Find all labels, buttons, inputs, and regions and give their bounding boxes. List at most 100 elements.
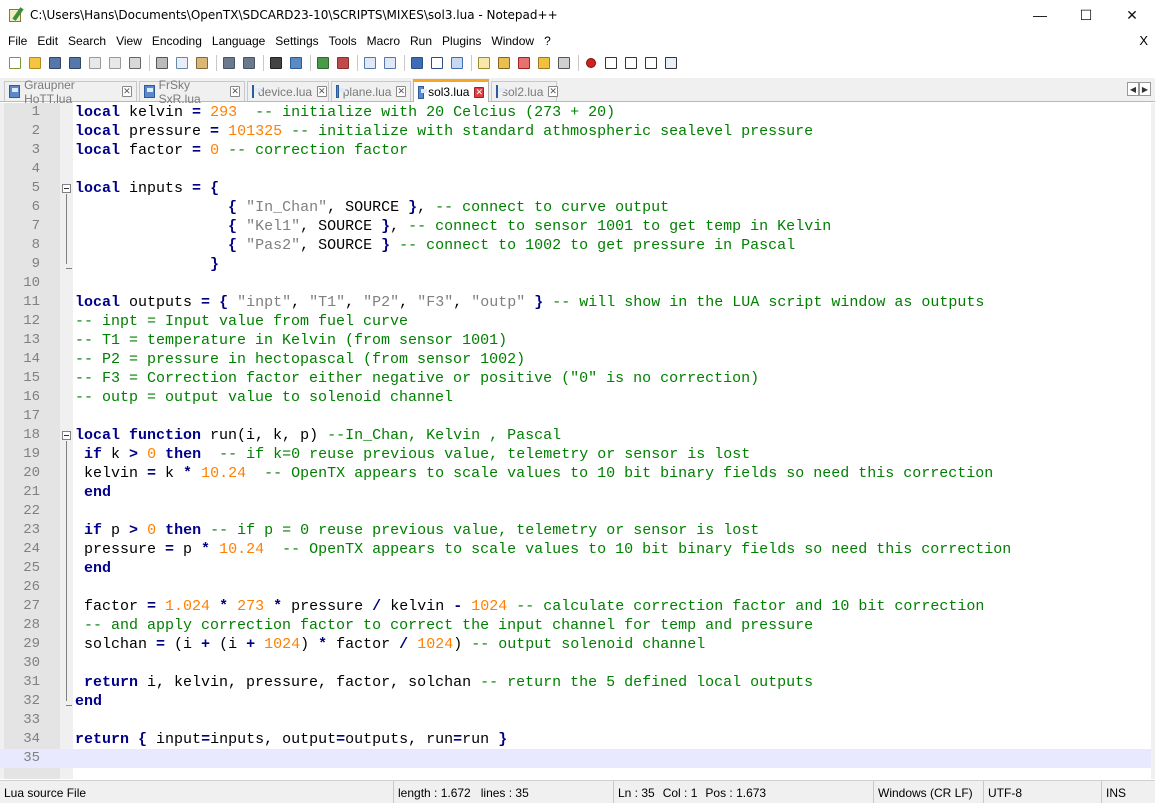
code-line[interactable]: 15 -- F3 = Correction factor either negat… [0,369,1151,388]
tab-close-icon[interactable]: ✕ [474,86,484,98]
minimize-button[interactable]: — [1017,0,1063,30]
line-code[interactable]: local factor = 0 -- correction factor [75,141,408,160]
tab-close-icon[interactable]: ✕ [317,86,327,97]
line-code[interactable]: return i, kelvin, pressure, factor, solc… [75,673,813,692]
code-line[interactable]: 19 if k > 0 then -- if k=0 reuse previou… [0,445,1151,464]
tab-sol2-lua[interactable]: sol2.lua ✕ [491,81,558,101]
stop-macro-icon[interactable] [603,55,619,71]
line-code[interactable]: local outputs = { "inpt", "T1", "P2", "F… [75,293,984,312]
code-line[interactable]: 24 pressure = p * 10.24 -- OpenTX appear… [0,540,1151,559]
copy-icon[interactable] [174,55,190,71]
tab-close-icon[interactable]: ✕ [230,86,240,97]
line-code[interactable]: -- inpt = Input value from fuel curve [75,312,408,331]
code-line[interactable]: 1 local kelvin = 293 -- initialize with 2… [0,103,1151,122]
sync-vertical-icon[interactable] [362,55,378,71]
tab-close-icon[interactable]: ✕ [396,86,406,97]
maximize-button[interactable]: ☐ [1063,0,1109,30]
menu-help[interactable]: ? [539,34,556,48]
code-line[interactable]: 12 -- inpt = Input value from fuel curve [0,312,1151,331]
status-encoding[interactable]: UTF-8 [984,781,1102,803]
line-code[interactable]: local function run(i, k, p) --In_Chan, K… [75,426,561,445]
line-code[interactable]: return { input=inputs, output=outputs, r… [75,730,507,749]
code-line[interactable]: 28 -- and apply correction factor to cor… [0,616,1151,635]
menu-edit[interactable]: Edit [32,34,63,48]
save-icon[interactable] [47,55,63,71]
line-code[interactable]: local inputs = { [75,179,219,198]
code-line[interactable]: 13 -- T1 = temperature in Kelvin (from se… [0,331,1151,350]
close-window-button[interactable]: ✕ [1109,0,1155,30]
code-line[interactable]: 14 -- P2 = pressure in hectopascal (from … [0,350,1151,369]
code-line[interactable]: 4 [0,160,1151,179]
line-code[interactable]: -- and apply correction factor to correc… [75,616,813,635]
line-code[interactable]: solchan = (i + (i + 1024) * factor / 102… [75,635,705,654]
cut-icon[interactable] [154,55,170,71]
code-line[interactable]: 16 -- outp = output value to solenoid cha… [0,388,1151,407]
line-code[interactable]: local pressure = 101325 -- initialize wi… [75,122,813,141]
code-editor[interactable]: 1 local kelvin = 293 -- initialize with 2… [0,103,1155,779]
close-document-button[interactable]: X [1139,33,1148,48]
lang-icon[interactable] [476,55,492,71]
line-code[interactable]: -- outp = output value to solenoid chann… [75,388,453,407]
find-icon[interactable] [268,55,284,71]
line-code[interactable]: kelvin = k * 10.24 -- OpenTX appears to … [75,464,993,483]
line-code[interactable]: } [75,255,219,274]
line-code[interactable]: local kelvin = 293 -- initialize with 20… [75,103,615,122]
code-line[interactable]: 20 kelvin = k * 10.24 -- OpenTX appears … [0,464,1151,483]
code-line[interactable]: 6 { "In_Chan", SOURCE }, -- connect to c… [0,198,1151,217]
redo-icon[interactable] [241,55,257,71]
tab-close-icon[interactable]: ✕ [548,86,558,97]
line-code[interactable]: { "Pas2", SOURCE } -- connect to 1002 to… [75,236,795,255]
line-code[interactable]: end [75,692,102,711]
code-line[interactable]: 27 factor = 1.024 * 273 * pressure / kel… [0,597,1151,616]
line-code[interactable]: factor = 1.024 * 273 * pressure / kelvin… [75,597,984,616]
code-line[interactable]: 31 return i, kelvin, pressure, factor, s… [0,673,1151,692]
code-line[interactable]: 3 local factor = 0 -- correction factor [0,141,1151,160]
tab-plane-lua[interactable]: plane.lua ✕ [331,81,411,101]
code-line[interactable]: 10 [0,274,1151,293]
menu-language[interactable]: Language [207,34,270,48]
menu-settings[interactable]: Settings [270,34,323,48]
code-line[interactable]: 8 { "Pas2", SOURCE } -- connect to 1002 … [0,236,1151,255]
line-code[interactable]: { "In_Chan", SOURCE }, -- connect to cur… [75,198,669,217]
vertical-scrollbar[interactable] [1151,103,1155,779]
doc-map-icon[interactable] [496,55,512,71]
code-line[interactable]: 25 end [0,559,1151,578]
replace-icon[interactable] [288,55,304,71]
line-code[interactable]: -- P2 = pressure in hectopascal (from se… [75,350,525,369]
tab-device-lua[interactable]: device.lua ✕ [247,81,329,101]
menu-run[interactable]: Run [405,34,437,48]
status-eol[interactable]: Windows (CR LF) [874,781,984,803]
menu-tools[interactable]: Tools [324,34,362,48]
line-code[interactable]: pressure = p * 10.24 -- OpenTX appears t… [75,540,1011,559]
menu-encoding[interactable]: Encoding [147,34,207,48]
function-list-icon[interactable] [516,55,532,71]
code-line[interactable]: 22 [0,502,1151,521]
paste-icon[interactable] [194,55,210,71]
code-line[interactable]: 34 return { input=inputs, output=outputs,… [0,730,1151,749]
zoom-in-icon[interactable] [315,55,331,71]
print-icon[interactable] [127,55,143,71]
play-macro-icon[interactable] [623,55,639,71]
show-all-chars-icon[interactable] [429,55,445,71]
indent-guide-icon[interactable] [449,55,465,71]
save-macro-icon[interactable] [663,55,679,71]
tab-graupner-hott-lua[interactable]: Graupner HoTT.lua ✕ [4,78,137,106]
monitor-icon[interactable] [556,55,572,71]
code-line[interactable]: 9 } [0,255,1151,274]
line-code[interactable]: -- F3 = Correction factor either negativ… [75,369,759,388]
code-line[interactable]: 26 [0,578,1151,597]
menu-file[interactable]: File [0,34,32,48]
new-file-icon[interactable] [7,55,23,71]
code-line[interactable]: 35 [0,749,1151,768]
code-line[interactable]: 23 if p > 0 then -- if p = 0 reuse previ… [0,521,1151,540]
tab-frsky-sxr-lua[interactable]: FrSky SxR.lua ✕ [139,78,245,106]
word-wrap-icon[interactable] [409,55,425,71]
line-code[interactable]: if p > 0 then -- if p = 0 reuse previous… [75,521,759,540]
status-insert-mode[interactable]: INS [1102,781,1155,803]
code-line[interactable]: 2 local pressure = 101325 -- initialize w… [0,122,1151,141]
run-macro-multiple-icon[interactable] [643,55,659,71]
code-line[interactable]: 17 [0,407,1151,426]
undo-icon[interactable] [221,55,237,71]
menu-macro[interactable]: Macro [362,34,405,48]
code-line[interactable]: 33 [0,711,1151,730]
